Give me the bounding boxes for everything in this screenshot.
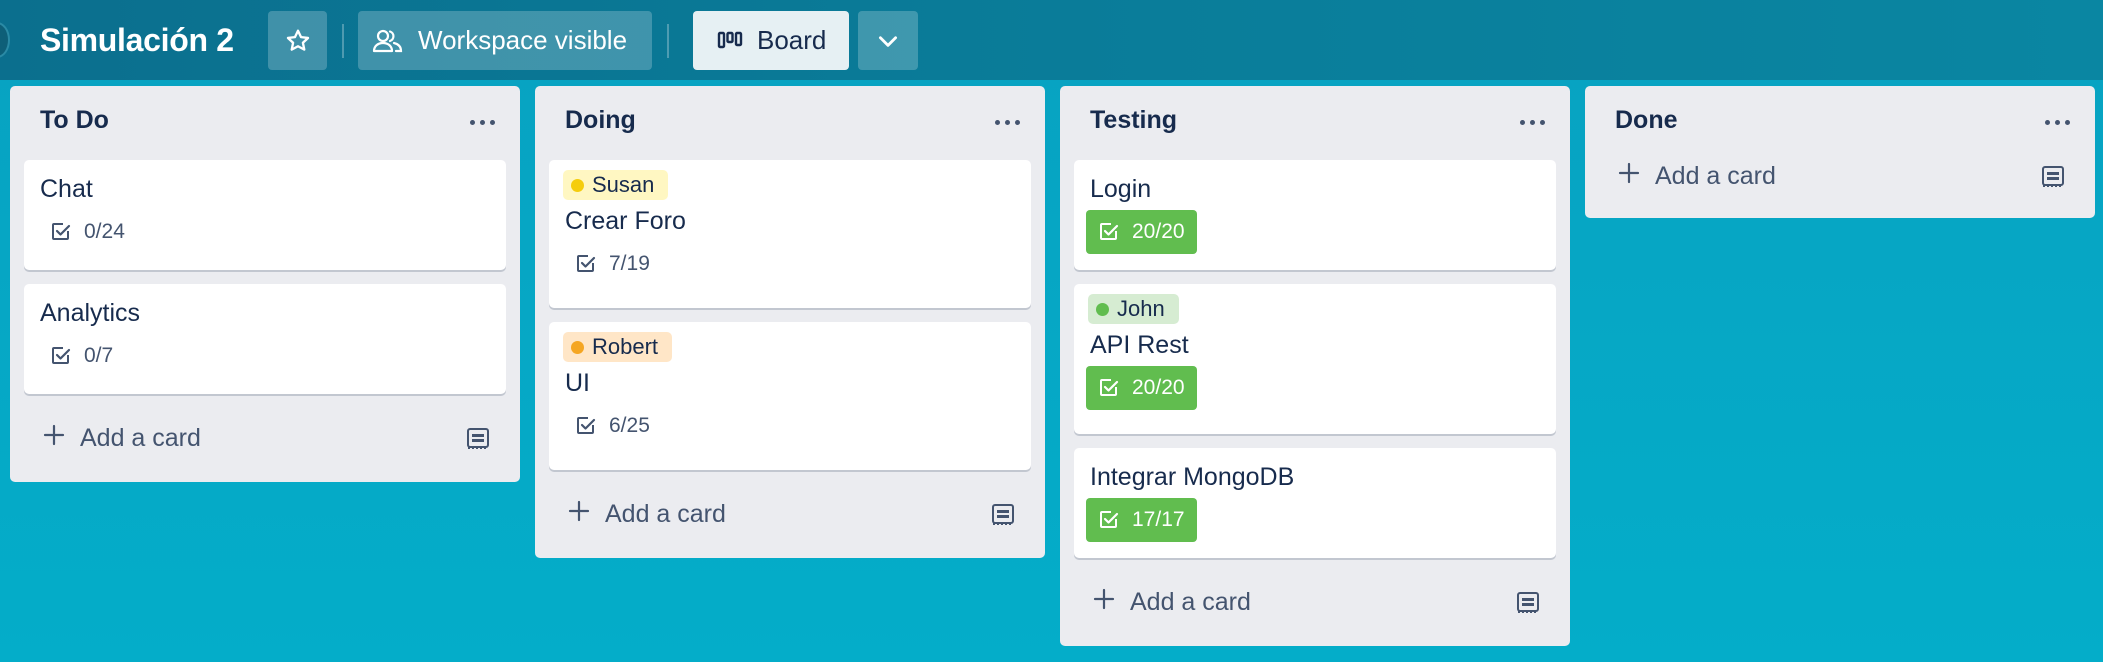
list-title[interactable]: Testing bbox=[1090, 106, 1177, 135]
board-title[interactable]: Simulación 2 bbox=[40, 18, 234, 62]
view-switcher-button[interactable] bbox=[858, 11, 918, 70]
add-card-button[interactable]: Add a card bbox=[1599, 146, 2081, 206]
dots-icon bbox=[1519, 119, 1525, 125]
card-template-icon[interactable] bbox=[464, 424, 492, 452]
card-title: Login bbox=[1090, 175, 1152, 203]
list-testing: Testing Login 20/20 John API Rest 20/20 … bbox=[1060, 86, 1570, 646]
card-ui[interactable]: Robert UI 6/25 bbox=[549, 322, 1031, 470]
list-done: Done Add a card bbox=[1585, 86, 2095, 218]
label-dot-icon bbox=[571, 340, 584, 354]
plus-icon bbox=[1617, 161, 1641, 192]
list-menu-button[interactable] bbox=[2035, 104, 2079, 140]
list-title[interactable]: Doing bbox=[565, 106, 636, 135]
add-card-button[interactable]: Add a card bbox=[1074, 572, 1556, 632]
checklist-complete-badge: 20/20 bbox=[1086, 366, 1197, 410]
avatar[interactable] bbox=[0, 22, 10, 58]
add-card-button[interactable]: Add a card bbox=[24, 408, 506, 468]
checklist-badge: 6/25 bbox=[565, 404, 660, 448]
card-login[interactable]: Login 20/20 bbox=[1074, 160, 1556, 270]
header-divider bbox=[342, 24, 344, 58]
checklist-count: 20/20 bbox=[1132, 376, 1185, 399]
chevron-down-icon bbox=[875, 28, 901, 54]
card-crear-foro[interactable]: Susan Crear Foro 7/19 bbox=[549, 160, 1031, 308]
board-icon bbox=[717, 30, 743, 52]
label-dot-icon bbox=[571, 178, 584, 192]
list-header: Doing bbox=[535, 86, 1045, 160]
card-api-rest[interactable]: John API Rest 20/20 bbox=[1074, 284, 1556, 434]
list-menu-button[interactable] bbox=[460, 104, 504, 140]
label-john[interactable]: John bbox=[1088, 294, 1179, 324]
checkbox-icon bbox=[50, 345, 72, 367]
card-template-icon[interactable] bbox=[2039, 162, 2067, 190]
checklist-badge: 0/24 bbox=[40, 210, 135, 254]
list-title[interactable]: Done bbox=[1615, 106, 1678, 135]
card-chat[interactable]: Chat 0/24 bbox=[24, 160, 506, 270]
card-analytics[interactable]: Analytics 0/7 bbox=[24, 284, 506, 394]
checkbox-icon bbox=[575, 253, 597, 275]
label-text: Susan bbox=[592, 172, 655, 197]
card-template-icon[interactable] bbox=[989, 500, 1017, 528]
workspace-visibility-button[interactable]: Workspace visible bbox=[358, 11, 652, 70]
card-title: UI bbox=[565, 369, 590, 397]
checklist-count: 20/20 bbox=[1132, 220, 1185, 243]
list-doing: Doing Susan Crear Foro 7/19 Robert UI 6/… bbox=[535, 86, 1045, 558]
checklist-complete-badge: 17/17 bbox=[1086, 498, 1197, 542]
checklist-badge: 7/19 bbox=[565, 242, 660, 286]
board-header: Simulación 2 Workspace visible Board bbox=[0, 0, 2103, 80]
dots-icon bbox=[2044, 119, 2050, 125]
checkbox-icon bbox=[50, 221, 72, 243]
plus-icon bbox=[42, 423, 66, 454]
star-icon bbox=[284, 27, 312, 55]
checklist-badge: 0/7 bbox=[40, 334, 123, 378]
plus-icon bbox=[1092, 587, 1116, 618]
list-menu-button[interactable] bbox=[1510, 104, 1554, 140]
card-title: Chat bbox=[40, 175, 93, 203]
add-card-label: Add a card bbox=[605, 499, 726, 528]
people-icon bbox=[372, 27, 404, 55]
add-card-label: Add a card bbox=[80, 423, 201, 452]
card-title: API Rest bbox=[1090, 331, 1189, 359]
add-card-button[interactable]: Add a card bbox=[549, 484, 1031, 544]
board-view-label: Board bbox=[757, 25, 827, 55]
add-card-label: Add a card bbox=[1655, 161, 1776, 190]
star-button[interactable] bbox=[268, 11, 327, 70]
label-susan[interactable]: Susan bbox=[563, 170, 669, 200]
label-robert[interactable]: Robert bbox=[563, 332, 673, 362]
card-title: Analytics bbox=[40, 299, 141, 327]
checklist-complete-badge: 20/20 bbox=[1086, 210, 1197, 254]
label-text: John bbox=[1117, 296, 1165, 321]
dots-icon bbox=[994, 119, 1000, 125]
card-integrar-mongodb[interactable]: Integrar MongoDB 17/17 bbox=[1074, 448, 1556, 558]
label-dot-icon bbox=[1096, 302, 1109, 316]
card-title: Crear Foro bbox=[565, 207, 686, 235]
list-menu-button[interactable] bbox=[985, 104, 1029, 140]
label-text: Robert bbox=[592, 334, 659, 359]
list-title[interactable]: To Do bbox=[40, 106, 109, 135]
list-todo: To Do Chat 0/24 Analytics 0/7 Add a card bbox=[10, 86, 520, 482]
checkbox-icon bbox=[575, 415, 597, 437]
header-divider bbox=[667, 24, 669, 58]
card-template-icon[interactable] bbox=[1514, 588, 1542, 616]
list-header: Testing bbox=[1060, 86, 1570, 160]
checklist-count: 17/17 bbox=[1132, 508, 1185, 531]
board-view-button[interactable]: Board bbox=[693, 11, 849, 70]
list-header: To Do bbox=[10, 86, 520, 160]
checklist-count: 0/7 bbox=[84, 344, 114, 367]
checkbox-icon bbox=[1098, 509, 1120, 531]
dots-icon bbox=[469, 119, 475, 125]
checkbox-icon bbox=[1098, 377, 1120, 399]
checklist-count: 0/24 bbox=[84, 220, 125, 243]
checklist-count: 6/25 bbox=[609, 414, 650, 437]
checklist-count: 7/19 bbox=[609, 252, 650, 275]
plus-icon bbox=[567, 499, 591, 530]
checkbox-icon bbox=[1098, 221, 1120, 243]
card-title: Integrar MongoDB bbox=[1090, 463, 1295, 491]
add-card-label: Add a card bbox=[1130, 587, 1251, 616]
visibility-label: Workspace visible bbox=[418, 25, 628, 55]
